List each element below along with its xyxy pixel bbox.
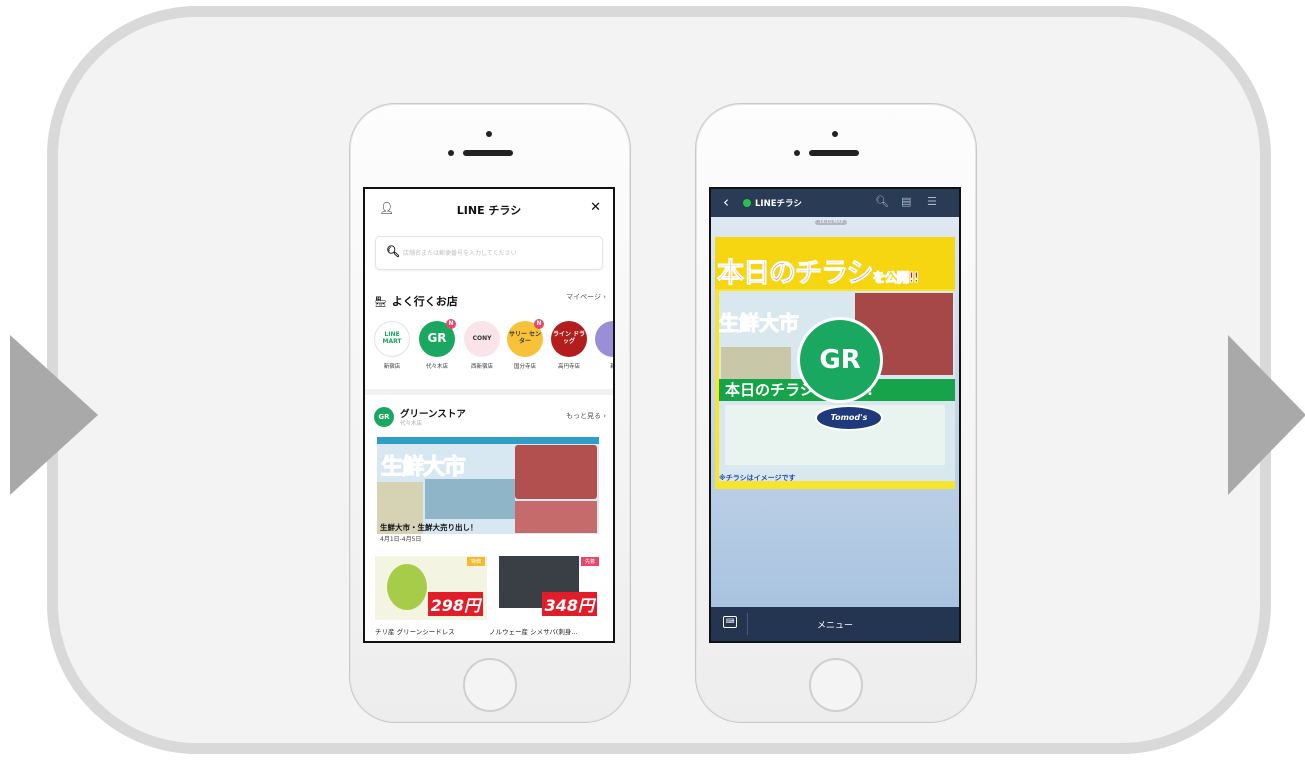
- product-name: ノルウェー産 シメサバ(刺身...: [489, 628, 578, 636]
- store-item[interactable]: サリー センター N 国分寺店: [507, 319, 544, 370]
- store-icon: 🏪︎: [374, 297, 387, 308]
- official-account-icon: [743, 199, 751, 207]
- flyer-date: 4月1日-4月5日: [380, 536, 422, 543]
- back-icon[interactable]: ‹: [723, 193, 729, 211]
- store-logo: [595, 321, 613, 357]
- see-more-link[interactable]: もっと見る ›: [566, 411, 606, 421]
- flyer-sub-headline: 生鮮大市: [719, 311, 800, 336]
- store-name: 西新宿店: [470, 364, 493, 370]
- new-badge: N: [446, 319, 456, 329]
- product-card[interactable]: 先着 348円: [489, 556, 601, 620]
- partner-logo: Tomod's: [815, 405, 883, 431]
- store-logo-text: サリー センター: [508, 331, 542, 345]
- sensor-dot: [794, 150, 800, 156]
- store-logo-badge: GR: [797, 317, 883, 403]
- store-name: 新宿店: [383, 364, 401, 370]
- shop-branch: 代々木店: [400, 421, 423, 427]
- card-headline-suffix: を公開!!: [872, 271, 920, 287]
- section-title: よく行くお店: [391, 295, 458, 308]
- search-icon: 🔍︎: [386, 245, 400, 258]
- line-flyer-home-screen: 👤︎ LINE チラシ ✕ 🔍︎ 店舗名または郵便番号を入力してください 🏪︎ …: [363, 187, 615, 643]
- right-arrow-icon: [1228, 335, 1305, 495]
- left-arrow-icon: [10, 335, 98, 495]
- chat-title: LINEチラシ: [755, 199, 802, 209]
- store-logo: サリー センター N: [507, 319, 544, 357]
- chat-nav-bar: ‹ LINEチラシ 🔍︎ ▤ ☰: [711, 189, 959, 217]
- top-bar: 👤︎ LINE チラシ ✕: [365, 189, 613, 229]
- card-headline: 本日のチラシを公開!!: [716, 251, 920, 290]
- store-logo: CONY: [464, 321, 500, 357]
- store-logo-text: GR: [427, 331, 447, 346]
- card-footnote: ※チラシはイメージです: [719, 474, 796, 482]
- earpiece-speaker: [463, 150, 513, 156]
- product-card[interactable]: 特価 298円: [375, 556, 487, 620]
- store-name: 高円寺店: [557, 364, 580, 370]
- search-placeholder: 店舗名または郵便番号を入力してください: [403, 250, 517, 257]
- product-price: 348円: [541, 592, 597, 616]
- store-item[interactable]: GR N 代々木店: [419, 319, 456, 370]
- store-name: 新: [595, 362, 613, 370]
- search-icon[interactable]: 🔍︎: [875, 195, 889, 208]
- camera-dot: [486, 131, 492, 137]
- frequent-stores-header: 🏪︎ よく行くお店 マイページ ›: [374, 290, 606, 309]
- shop-name: グリーンストア: [400, 409, 466, 420]
- store-name: 代々木店: [425, 364, 448, 370]
- section-divider: [365, 389, 613, 395]
- flyer-meat-image: [515, 445, 597, 499]
- background-frame: [47, 6, 1271, 754]
- phone-mockup-left: 👤︎ LINE チラシ ✕ 🔍︎ 店舗名または郵便番号を入力してください 🏪︎ …: [349, 103, 631, 723]
- new-badge: N: [534, 319, 544, 329]
- note-icon[interactable]: ▤: [901, 195, 911, 208]
- home-button[interactable]: [809, 658, 863, 712]
- frequent-stores-list: LINE MART 新宿店 GR N 代々木店 CONY 西新宿店 サリー センタ…: [374, 319, 613, 371]
- flyer-band: [377, 437, 599, 444]
- product-name: チリ産 グリーンシードレス: [375, 628, 455, 636]
- chat-area: 14:15 MAX 本日のチラシを公開!! 生鮮大市 本日のチラシを公開!! G…: [711, 217, 959, 607]
- message-timestamp: 14:15 MAX: [815, 220, 848, 225]
- earpiece-speaker: [809, 150, 859, 156]
- product-tag: 先着: [580, 557, 599, 566]
- close-icon[interactable]: ✕: [590, 200, 601, 215]
- flyer-fish-image: [425, 479, 515, 519]
- phone-mockup-right: ‹ LINEチラシ 🔍︎ ▤ ☰ 14:15 MAX 本日のチラシを公開!! 生…: [695, 103, 977, 723]
- hamburger-icon[interactable]: ☰: [927, 195, 937, 208]
- store-name: 国分寺店: [513, 364, 536, 370]
- store-logo: LINE MART: [374, 321, 410, 357]
- menu-button[interactable]: メニュー: [711, 618, 959, 631]
- home-button[interactable]: [463, 658, 517, 712]
- search-input[interactable]: 🔍︎ 店舗名または郵便番号を入力してください: [375, 236, 603, 270]
- product-price: 298円: [427, 592, 483, 616]
- line-chat-screen: ‹ LINEチラシ 🔍︎ ▤ ☰ 14:15 MAX 本日のチラシを公開!! 生…: [709, 187, 961, 643]
- rich-menu-bar: ⌨ メニュー: [711, 607, 959, 641]
- flyer-meat-image: [515, 501, 597, 533]
- my-page-link[interactable]: マイページ ›: [566, 292, 606, 302]
- store-logo: ライン ドラッグ: [551, 321, 587, 357]
- grape-image: [387, 564, 427, 610]
- store-logo: GR N: [419, 319, 456, 357]
- flyer-caption: 生鮮大市・生鮮大売り出し！: [380, 523, 478, 532]
- store-item[interactable]: LINE MART 新宿店: [374, 321, 410, 370]
- shop-logo: GR: [374, 407, 394, 427]
- flyer-message-card[interactable]: 本日のチラシを公開!! 生鮮大市 本日のチラシを公開!! GR Tomod's …: [715, 237, 955, 489]
- flyer-headline: 生鮮大市: [380, 455, 466, 481]
- app-title: LINE チラシ: [456, 204, 522, 217]
- sensor-dot: [448, 150, 454, 156]
- flyer-thumbnail[interactable]: 生鮮大市: [377, 437, 599, 534]
- store-item[interactable]: ライン ドラッグ 高円寺店: [551, 321, 587, 370]
- product-tag: 特価: [466, 557, 485, 566]
- store-item[interactable]: CONY 西新宿店: [464, 321, 500, 370]
- card-headline-main: 本日のチラシ: [716, 258, 873, 290]
- store-item[interactable]: 新: [595, 321, 613, 370]
- camera-dot: [832, 131, 838, 137]
